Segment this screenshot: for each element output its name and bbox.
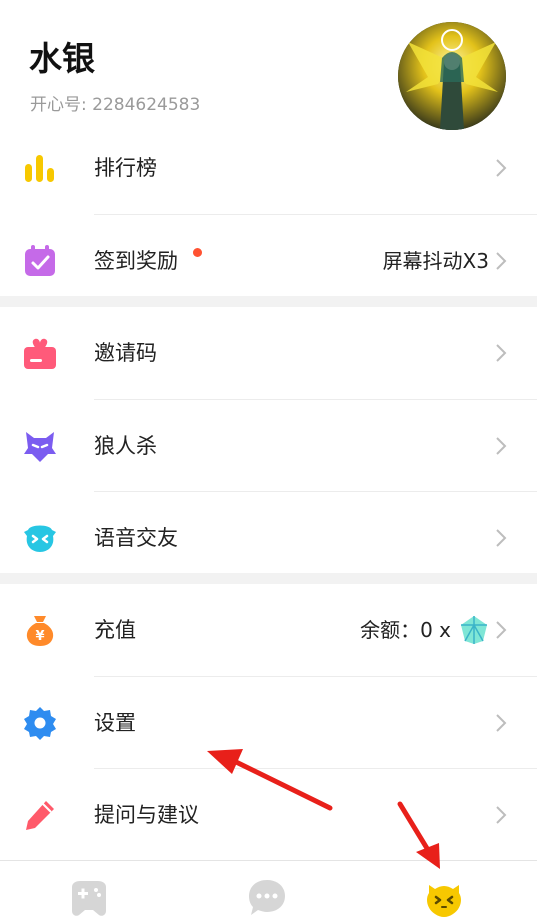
- chevron-right-icon: [495, 805, 507, 825]
- menu-item-settings[interactable]: 设置: [0, 677, 537, 769]
- menu-item-feedback[interactable]: 提问与建议: [0, 769, 537, 861]
- chevron-right-icon: [495, 528, 507, 548]
- bottom-tab-bar: [0, 860, 537, 924]
- avatar[interactable]: [398, 22, 506, 130]
- menu-label: 狼人杀: [94, 434, 157, 458]
- chat-bubble-icon: [249, 880, 285, 915]
- chevron-right-icon: [495, 436, 507, 456]
- diamond-gem-icon: [459, 615, 489, 645]
- menu-label: 语音交友: [94, 526, 178, 550]
- pencil-icon: [22, 797, 58, 833]
- money-bag-icon: ¥: [22, 612, 58, 648]
- menu-item-leaderboard[interactable]: 排行榜: [0, 122, 537, 214]
- menu-label: 签到奖励: [94, 249, 178, 273]
- werewolf-icon: [22, 428, 58, 464]
- menu-item-recharge[interactable]: ¥ 充值 余额：0 x: [0, 584, 537, 676]
- face-icon: [427, 885, 461, 917]
- menu-item-werewolf[interactable]: 狼人杀: [0, 400, 537, 492]
- username: 水银: [29, 39, 95, 78]
- section-gap: [0, 573, 537, 584]
- voice-chat-icon: [22, 520, 58, 556]
- chevron-right-icon: [495, 713, 507, 733]
- calendar-check-icon: [22, 243, 58, 279]
- menu-label: 设置: [94, 711, 136, 735]
- invite-ticket-icon: [22, 335, 58, 371]
- gear-icon: [22, 705, 58, 741]
- chevron-right-icon: [495, 251, 507, 271]
- balance-value: 余额：0 x: [360, 618, 451, 642]
- avatar-image: [398, 22, 506, 130]
- menu-value: 屏幕抖动X3: [382, 249, 489, 273]
- chevron-right-icon: [495, 158, 507, 178]
- menu-label: 提问与建议: [94, 803, 199, 827]
- bar-chart-icon: [22, 150, 58, 186]
- chevron-right-icon: [495, 343, 507, 363]
- user-id: 开心号: 2284624583: [30, 95, 201, 115]
- profile-header: 水银 开心号: 2284624583: [0, 0, 537, 130]
- svg-text:¥: ¥: [35, 629, 44, 644]
- menu-item-invite[interactable]: 邀请码: [0, 307, 537, 399]
- menu-label: 充值: [94, 618, 136, 642]
- gamepad-icon: [72, 881, 106, 916]
- notification-dot: [193, 248, 202, 257]
- menu-item-checkin[interactable]: 签到奖励 屏幕抖动X3: [0, 215, 537, 307]
- menu-item-voice[interactable]: 语音交友: [0, 492, 537, 584]
- menu-label: 排行榜: [94, 156, 157, 180]
- tab-messages[interactable]: [246, 877, 288, 919]
- menu-label: 邀请码: [94, 341, 157, 365]
- tab-games[interactable]: [68, 877, 110, 919]
- section-gap: [0, 296, 537, 307]
- chevron-right-icon: [495, 620, 507, 640]
- tab-me[interactable]: [423, 877, 465, 919]
